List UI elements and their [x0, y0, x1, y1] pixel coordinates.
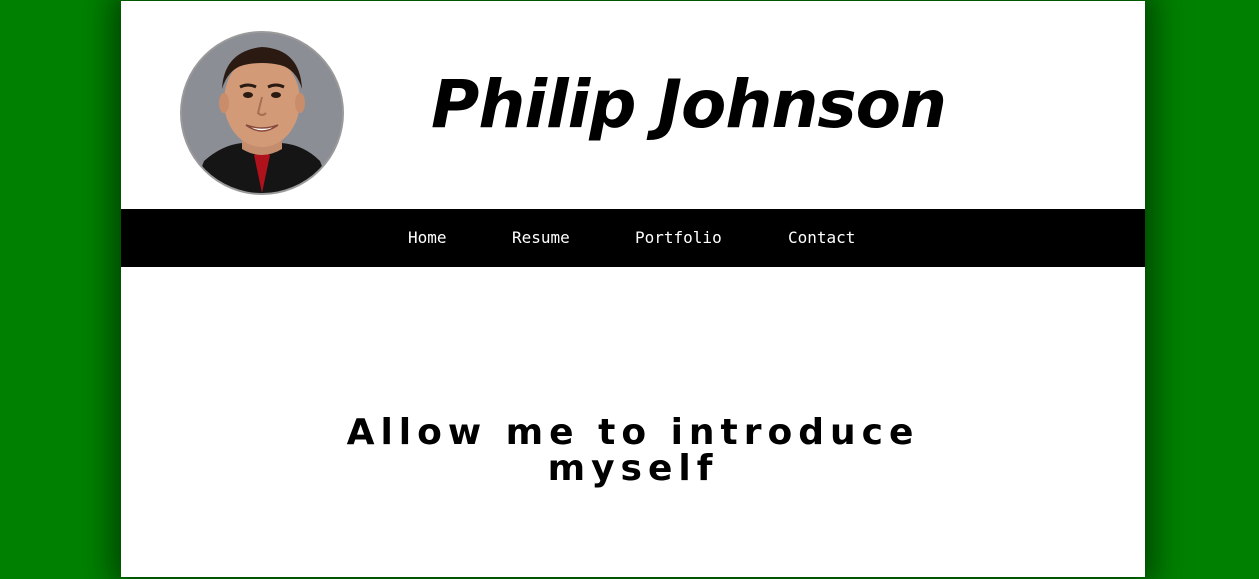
page-container: Philip Johnson Home Resume Portfolio Con…	[121, 1, 1145, 577]
intro-heading-line-1: Allow me to introduce	[346, 412, 920, 453]
main-navbar: Home Resume Portfolio Contact	[121, 209, 1145, 267]
nav-item-home[interactable]: Home	[408, 209, 447, 267]
nav-list: Home Resume Portfolio Contact	[121, 209, 1145, 267]
main-content: Allow me to introduce myself	[121, 267, 1145, 577]
nav-item-portfolio[interactable]: Portfolio	[635, 209, 722, 267]
intro-heading: Allow me to introduce myself	[121, 415, 1145, 487]
site-title: Philip Johnson	[431, 66, 947, 143]
intro-heading-line-2: myself	[547, 448, 719, 489]
nav-item-resume[interactable]: Resume	[512, 209, 570, 267]
site-header: Philip Johnson	[121, 1, 1145, 209]
avatar-photo	[182, 33, 342, 193]
nav-item-contact[interactable]: Contact	[788, 209, 855, 267]
avatar	[180, 31, 344, 195]
